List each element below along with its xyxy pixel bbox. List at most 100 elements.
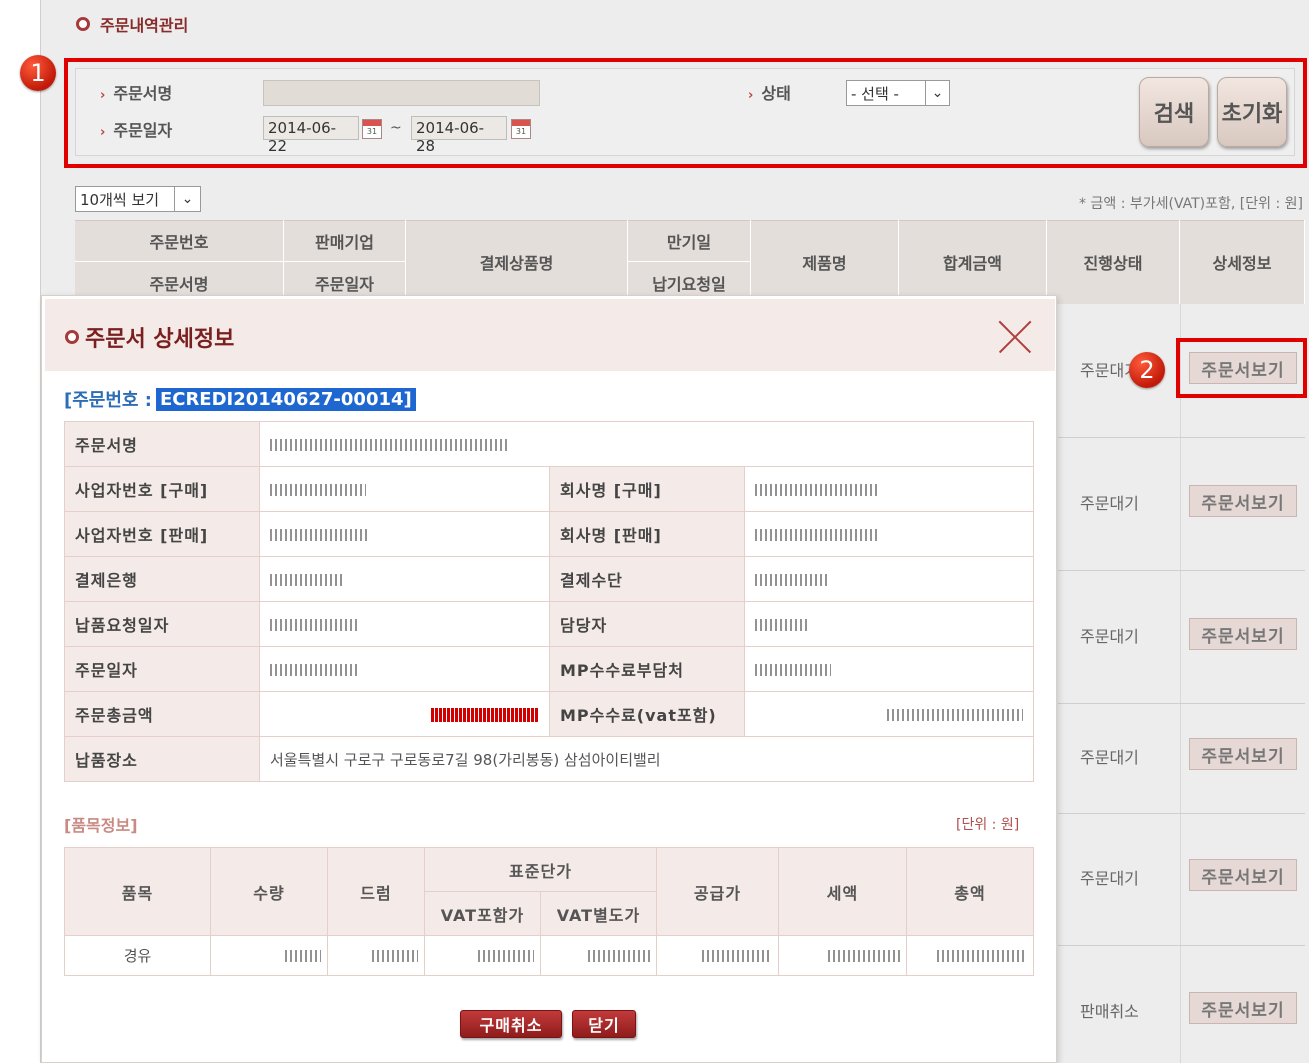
value-order-date bbox=[259, 646, 550, 692]
value-biz-no-buy bbox=[259, 466, 550, 512]
per-page-select[interactable]: 10개씩 보기 ⌄ bbox=[75, 186, 201, 212]
value-pay-bank bbox=[259, 556, 550, 602]
cell-total bbox=[906, 935, 1034, 976]
label-order-name: 주문서명 bbox=[64, 421, 260, 467]
row-status: 주문대기 bbox=[1080, 869, 1139, 888]
label-mp-fee: MP수수료(vat포함) bbox=[549, 691, 745, 737]
table-row: 사업자번호 [판매] 회사명 [판매] bbox=[64, 511, 1034, 557]
bullet-icon bbox=[76, 17, 90, 31]
annotation-badge-1: 1 bbox=[20, 55, 56, 91]
order-number-value: ECREDI20140627-00014] bbox=[155, 387, 416, 411]
header-detail: 상세정보 bbox=[1180, 220, 1305, 304]
label-manager: 담당자 bbox=[549, 601, 745, 647]
header-tax: 세액 bbox=[778, 847, 907, 936]
view-order-button[interactable]: 주문서보기 bbox=[1189, 738, 1297, 770]
value-company-sell bbox=[744, 511, 1034, 557]
page-title: 주문내역관리 bbox=[76, 12, 188, 36]
table-row: 결제은행 결제수단 bbox=[64, 556, 1034, 602]
per-page-value: 10개씩 보기 bbox=[80, 190, 160, 209]
label-pay-method: 결제수단 bbox=[549, 556, 745, 602]
label-order-total: 주문총금액 bbox=[64, 691, 260, 737]
table-row: 주문서명 bbox=[64, 421, 1034, 467]
cancel-purchase-button[interactable]: 구매취소 bbox=[460, 1010, 562, 1038]
header-product-name: 결제상품명 bbox=[406, 220, 628, 304]
value-mp-fee bbox=[744, 691, 1034, 737]
view-order-button[interactable]: 주문서보기 bbox=[1189, 992, 1297, 1024]
modal-title-text: 주문서 상세정보 bbox=[85, 327, 235, 352]
value-delivery-place: 서울특별시 구로구 구로동로7길 98(가리봉동) 삼섬아이티밸리 bbox=[259, 736, 1034, 782]
items-unit-note: [단위 : 원] bbox=[956, 817, 1020, 833]
view-order-button[interactable]: 주문서보기 bbox=[1189, 618, 1297, 650]
table-row: 주문일자 MP수수료부담처 bbox=[64, 646, 1034, 692]
close-icon[interactable] bbox=[999, 321, 1031, 353]
label-delivery-place: 납품장소 bbox=[64, 736, 260, 782]
header-item-name: 제품명 bbox=[751, 220, 899, 304]
page-title-text: 주문내역관리 bbox=[100, 16, 189, 35]
header-order-no: 주문번호 bbox=[75, 220, 284, 262]
label-company-sell: 회사명 [판매] bbox=[549, 511, 745, 557]
cell-item: 경유 bbox=[64, 935, 211, 976]
label-order-date: 주문일자 bbox=[64, 646, 260, 692]
row-status: 주문대기 bbox=[1080, 627, 1139, 646]
cell-qty bbox=[210, 935, 328, 976]
order-number: [주문번호 : ECREDI20140627-00014] bbox=[64, 386, 416, 412]
order-info-table: 주문서명 사업자번호 [구매] 회사명 [구매] 사업자번호 [판매] 회사명 … bbox=[64, 421, 1034, 782]
header-std-price: 표준단가 bbox=[424, 847, 657, 892]
table-row: 납품장소 서울특별시 구로구 구로동로7길 98(가리봉동) 삼섬아이티밸리 bbox=[64, 736, 1034, 782]
header-vat-excl: VAT별도가 bbox=[540, 891, 657, 936]
annotation-badge-2: 2 bbox=[1129, 352, 1165, 388]
value-pay-method bbox=[744, 556, 1034, 602]
table-row: 사업자번호 [구매] 회사명 [구매] bbox=[64, 466, 1034, 512]
value-biz-no-sell bbox=[259, 511, 550, 557]
chevron-down-icon: ⌄ bbox=[174, 187, 200, 211]
table-row: 주문총금액 MP수수료(vat포함) bbox=[64, 691, 1034, 737]
bullet-icon bbox=[65, 330, 79, 344]
cell-tax bbox=[778, 935, 907, 976]
header-seller: 판매기업 bbox=[284, 220, 406, 262]
cell-drum bbox=[327, 935, 425, 976]
header-item: 품목 bbox=[64, 847, 211, 936]
row-status: 판매취소 bbox=[1080, 1002, 1139, 1021]
highlight-box-view-order bbox=[1176, 338, 1307, 398]
row-divider bbox=[1058, 945, 1305, 946]
header-drum: 드럼 bbox=[327, 847, 425, 936]
header-progress: 진행상태 bbox=[1047, 220, 1180, 304]
items-table: 품목 수량 드럼 표준단가 공급가 세액 총액 VAT포함가 VAT별도가 경유 bbox=[64, 847, 1034, 976]
view-order-button[interactable]: 주문서보기 bbox=[1189, 859, 1297, 891]
close-button[interactable]: 닫기 bbox=[572, 1010, 636, 1038]
label-delivery-req-date: 납품요청일자 bbox=[64, 601, 260, 647]
header-supply: 공급가 bbox=[656, 847, 779, 936]
label-biz-no-buy: 사업자번호 [구매] bbox=[64, 466, 260, 512]
label-biz-no-sell: 사업자번호 [판매] bbox=[64, 511, 260, 557]
order-number-label: [주문번호 : bbox=[64, 390, 152, 411]
row-status: 주문대기 bbox=[1080, 494, 1139, 513]
items-section-title: [품목정보] bbox=[64, 816, 138, 835]
modal-title: 주문서 상세정보 bbox=[65, 321, 234, 353]
cell-vat-incl bbox=[424, 935, 541, 976]
modal-header: 주문서 상세정보 bbox=[45, 299, 1055, 371]
header-total: 합계금액 bbox=[899, 220, 1047, 304]
order-detail-modal: 주문서 상세정보 [주문번호 : ECREDI20140627-00014] 주… bbox=[41, 295, 1057, 1063]
value-delivery-req-date bbox=[259, 601, 550, 647]
value-manager bbox=[744, 601, 1034, 647]
cell-supply bbox=[656, 935, 779, 976]
value-order-name bbox=[259, 421, 1034, 467]
row-divider bbox=[1058, 437, 1305, 438]
header-qty: 수량 bbox=[210, 847, 328, 936]
unit-note: * 금액 : 부가세(VAT)포함, [단위 : 원] bbox=[1079, 196, 1303, 212]
header-due-date: 만기일 bbox=[628, 220, 751, 262]
label-pay-bank: 결제은행 bbox=[64, 556, 260, 602]
row-status: 주문대기 bbox=[1080, 748, 1139, 767]
row-divider bbox=[1058, 570, 1305, 571]
table-header-row: 품목 수량 드럼 표준단가 공급가 세액 총액 bbox=[64, 847, 1034, 936]
label-company-buy: 회사명 [구매] bbox=[549, 466, 745, 512]
value-mp-fee-payer bbox=[744, 646, 1034, 692]
view-order-button[interactable]: 주문서보기 bbox=[1189, 485, 1297, 517]
row-divider bbox=[1058, 703, 1305, 704]
table-row: 경유 bbox=[64, 935, 1034, 976]
header-total: 총액 bbox=[906, 847, 1034, 936]
table-row: 납품요청일자 담당자 bbox=[64, 601, 1034, 647]
highlight-box-search bbox=[64, 58, 1307, 168]
value-company-buy bbox=[744, 466, 1034, 512]
row-divider bbox=[1058, 813, 1305, 814]
